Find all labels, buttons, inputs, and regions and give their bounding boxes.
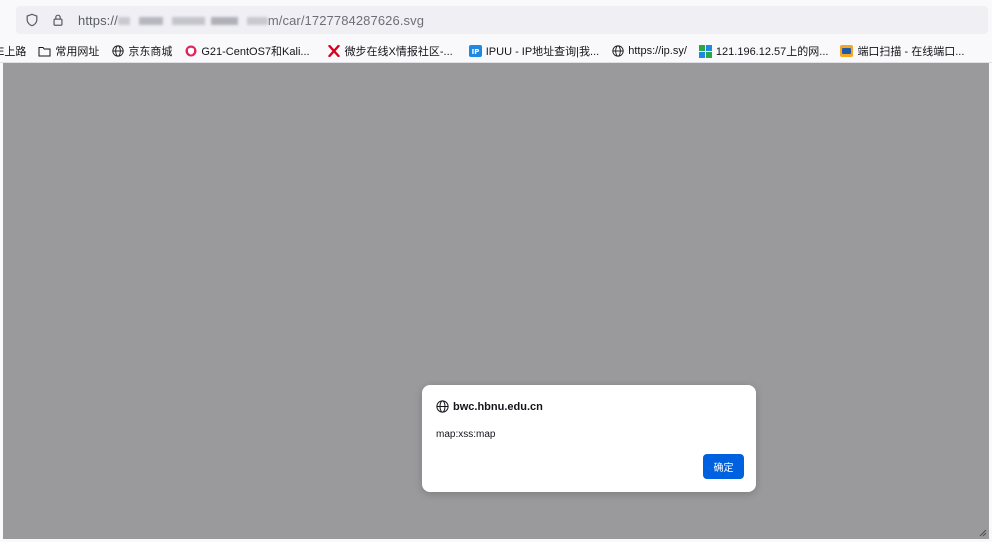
network-icon xyxy=(698,44,712,58)
browser-window: https:// m/car/1727784287626.svg E上路 常用网址… xyxy=(0,0,992,542)
bookmark-item[interactable]: E上路 xyxy=(0,43,26,59)
shield-icon[interactable] xyxy=(22,10,42,30)
bookmark-item[interactable]: 京东商城 xyxy=(111,43,172,59)
svg-text:IP: IP xyxy=(471,48,479,56)
bookmark-item[interactable]: 121.196.12.57上的网... xyxy=(698,43,829,59)
folder-icon xyxy=(38,45,51,58)
bookmark-item[interactable]: IP IPUU - IP地址查询|我... xyxy=(468,43,600,59)
bookmark-label: IPUU - IP地址查询|我... xyxy=(485,46,600,58)
bookmark-label: G21-CentOS7和Kali... xyxy=(201,46,310,58)
ip-logo-icon: IP xyxy=(468,45,482,58)
bookmark-label: 端口扫描 - 在线端口... xyxy=(857,46,965,58)
bookmark-folder[interactable]: 常用网址 xyxy=(38,43,99,59)
shield-badge-icon xyxy=(184,45,197,58)
bookmark-label: https://ip.sy/ xyxy=(628,45,687,57)
globe-icon xyxy=(436,400,449,413)
bookmark-label: 121.196.12.57上的网... xyxy=(715,46,829,58)
globe-icon xyxy=(611,45,624,58)
bookmark-label: 常用网址 xyxy=(55,46,100,58)
bookmark-item[interactable]: 端口扫描 - 在线端口... xyxy=(840,43,964,59)
dialog-origin: bwc.hbnu.edu.cn xyxy=(436,400,543,413)
navigation-toolbar: https:// m/car/1727784287626.svg xyxy=(0,0,992,40)
url-redacted xyxy=(117,17,268,26)
ok-button[interactable]: 确定 xyxy=(703,454,744,479)
lock-icon[interactable] xyxy=(48,10,68,30)
dialog-message: map:xss:map xyxy=(436,429,496,440)
bookmark-label: 京东商城 xyxy=(128,46,173,58)
bookmarks-toolbar: E上路 常用网址 京东商城 G21-CentOS7和Kali... 微步在线X情… xyxy=(0,40,992,63)
bookmark-label: 微步在线X情报社区-... xyxy=(344,46,453,58)
bookmark-item[interactable]: G21-CentOS7和Kali... xyxy=(184,43,310,59)
x-logo-icon xyxy=(328,45,341,58)
bookmark-label: E上路 xyxy=(0,46,27,58)
address-bar[interactable]: https:// m/car/1727784287626.svg xyxy=(16,6,988,34)
resize-grip-icon[interactable] xyxy=(979,529,987,537)
globe-icon xyxy=(111,45,124,58)
bookmark-item[interactable]: 微步在线X情报社区-... xyxy=(328,43,453,59)
dialog-origin-text: bwc.hbnu.edu.cn xyxy=(453,400,543,413)
url-prefix: https:// xyxy=(78,12,118,28)
url-text[interactable]: https:// m/car/1727784287626.svg xyxy=(78,13,424,28)
port-scan-icon xyxy=(840,45,854,58)
bookmark-item[interactable]: https://ip.sy/ xyxy=(611,45,687,58)
url-path: m/car/1727784287626.svg xyxy=(267,12,425,28)
alert-dialog: bwc.hbnu.edu.cn map:xss:map 确定 xyxy=(422,385,756,492)
